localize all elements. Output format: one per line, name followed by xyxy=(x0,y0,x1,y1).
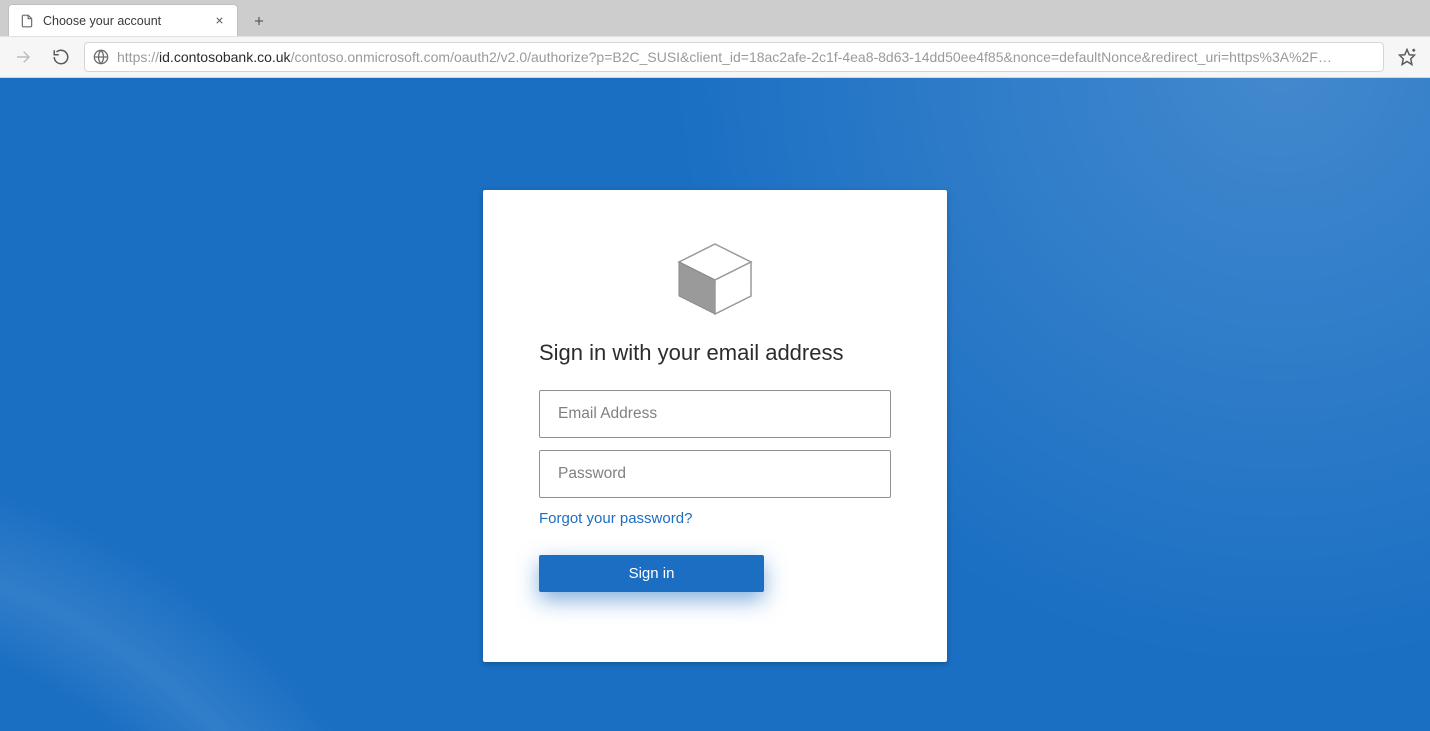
nav-forward-button[interactable] xyxy=(8,42,38,72)
password-field[interactable] xyxy=(539,450,891,498)
browser-tab-active[interactable]: Choose your account xyxy=(8,4,238,36)
browser-toolbar: https://id.contosobank.co.uk/contoso.onm… xyxy=(0,36,1430,78)
signin-card: Sign in with your email address Forgot y… xyxy=(483,190,947,662)
signin-heading: Sign in with your email address xyxy=(539,340,891,366)
browser-tab-title: Choose your account xyxy=(43,14,161,28)
email-field[interactable] xyxy=(539,390,891,438)
address-bar[interactable]: https://id.contosobank.co.uk/contoso.onm… xyxy=(84,42,1384,72)
signin-button[interactable]: Sign in xyxy=(539,555,764,592)
tabstrip: Choose your account xyxy=(0,0,274,36)
page-icon xyxy=(19,13,35,29)
browser-tabstrip: Choose your account xyxy=(0,0,1430,36)
close-icon[interactable] xyxy=(211,13,227,29)
address-bar-url: https://id.contosobank.co.uk/contoso.onm… xyxy=(117,49,1375,65)
cube-icon xyxy=(675,242,755,316)
forgot-password-link[interactable]: Forgot your password? xyxy=(539,510,692,527)
reload-button[interactable] xyxy=(46,42,76,72)
url-scheme: https:// xyxy=(117,49,159,65)
url-host: id.contosobank.co.uk xyxy=(159,49,291,65)
globe-icon xyxy=(93,49,109,65)
new-tab-button[interactable] xyxy=(244,6,274,36)
page-content: Sign in with your email address Forgot y… xyxy=(0,78,1430,731)
url-path: /contoso.onmicrosoft.com/oauth2/v2.0/aut… xyxy=(291,49,1332,65)
tenant-logo xyxy=(539,242,891,316)
favorites-button[interactable] xyxy=(1392,42,1422,72)
